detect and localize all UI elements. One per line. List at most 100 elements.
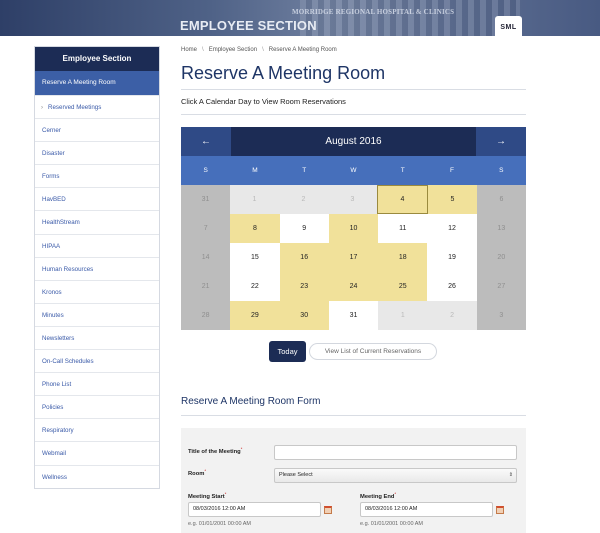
meeting-title-input[interactable] bbox=[274, 445, 517, 460]
hospital-sign: MORRIDGE REGIONAL HOSPITAL & CLINICS bbox=[292, 8, 455, 16]
sidebar-item-on-call-schedules[interactable]: On-Call Schedules bbox=[35, 349, 159, 372]
calendar-day[interactable]: 27 bbox=[476, 272, 526, 301]
breadcrumb-employee-section[interactable]: Employee Section bbox=[209, 47, 257, 53]
sidebar-item-forms[interactable]: Forms bbox=[35, 164, 159, 187]
calendar-day[interactable]: 17 bbox=[328, 243, 379, 272]
sidebar-item-webmail[interactable]: Webmail bbox=[35, 441, 159, 464]
day-of-week-label: S bbox=[499, 167, 504, 174]
calendar-day[interactable]: 8 bbox=[230, 214, 280, 243]
calendar-day[interactable]: 20 bbox=[476, 243, 526, 272]
breadcrumb-separator: \ bbox=[202, 47, 204, 53]
calendar-icon[interactable] bbox=[324, 506, 332, 514]
sidebar-item-policies[interactable]: Policies bbox=[35, 395, 159, 418]
room-select[interactable]: Please Select ⇕ bbox=[274, 468, 517, 483]
breadcrumb-separator: \ bbox=[262, 47, 264, 53]
section-title: EMPLOYEE SECTION bbox=[180, 18, 317, 33]
breadcrumb: Home \ Employee Section \ Reserve A Meeting … bbox=[181, 47, 337, 53]
sidebar-item-havbed[interactable]: HavBED bbox=[35, 187, 159, 210]
sidebar-item-label: HealthStream bbox=[42, 219, 80, 227]
calendar-month-label: August 2016 bbox=[325, 136, 382, 147]
previous-month-button[interactable]: ← bbox=[181, 127, 231, 156]
sidebar-item-label: Disaster bbox=[42, 150, 65, 158]
calendar-day[interactable]: 15 bbox=[230, 243, 280, 272]
sidebar-item-label: Wellness bbox=[42, 473, 67, 481]
calendar-day[interactable]: 25 bbox=[378, 272, 428, 301]
sidebar-item-respiratory[interactable]: Respiratory bbox=[35, 418, 159, 441]
divider bbox=[181, 415, 526, 416]
sidebar-item-phone-list[interactable]: Phone List bbox=[35, 372, 159, 395]
calendar-day[interactable]: 23 bbox=[279, 272, 329, 301]
calendar-day[interactable]: 3 bbox=[476, 301, 526, 330]
sidebar-heading: Employee Section bbox=[35, 47, 159, 71]
meeting-start-label: Meeting Start* bbox=[188, 491, 227, 500]
sidebar-item-disaster[interactable]: Disaster bbox=[35, 141, 159, 164]
calendar-day[interactable]: 21 bbox=[181, 272, 231, 301]
sidebar-item-newsletters[interactable]: Newsletters bbox=[35, 325, 159, 349]
calendar-day[interactable]: 1 bbox=[230, 185, 279, 214]
calendar-day[interactable]: 29 bbox=[230, 301, 280, 330]
sidebar-item-kronos[interactable]: Kronos bbox=[35, 279, 159, 303]
today-button[interactable]: Today bbox=[269, 341, 306, 362]
calendar-day[interactable]: 26 bbox=[427, 272, 477, 301]
sidebar-item-label: Forms bbox=[42, 173, 60, 181]
calendar-week-row: 31 1 2 3 4 5 6 bbox=[181, 185, 526, 214]
day-of-week-label: F bbox=[450, 167, 455, 174]
calendar-day[interactable]: 30 bbox=[279, 301, 329, 330]
sidebar-item-healthstream[interactable]: HealthStream bbox=[35, 210, 159, 233]
sidebar-item-label: Reserved Meetings bbox=[48, 104, 102, 111]
sidebar-item-reserve-meeting-room[interactable]: Reserve A Meeting Room bbox=[35, 71, 159, 95]
meeting-start-input[interactable]: 08/03/2016 12:00 AM bbox=[188, 502, 321, 517]
day-of-week-label: W bbox=[350, 167, 357, 174]
calendar-day[interactable]: 14 bbox=[181, 243, 231, 272]
calendar-day[interactable]: 2 bbox=[279, 185, 328, 214]
calendar-day[interactable]: 28 bbox=[181, 301, 231, 330]
view-reservations-button[interactable]: View List of Current Reservations bbox=[309, 343, 437, 360]
calendar-icon[interactable] bbox=[496, 506, 504, 514]
text-size-toggle[interactable]: SML bbox=[495, 16, 522, 38]
calendar-week-row: 28 29 30 31 1 2 3 bbox=[181, 301, 526, 330]
calendar-day[interactable]: 31 bbox=[328, 301, 379, 330]
calendar-day[interactable]: 24 bbox=[328, 272, 379, 301]
sidebar-item-minutes[interactable]: Minutes bbox=[35, 302, 159, 326]
sidebar-item-reserved-meetings[interactable]: › Reserved Meetings bbox=[35, 95, 159, 118]
calendar-day[interactable]: 12 bbox=[427, 214, 477, 243]
calendar-day[interactable]: 2 bbox=[427, 301, 477, 330]
sidebar-item-label: Webmail bbox=[42, 450, 66, 458]
next-month-button[interactable]: → bbox=[476, 127, 526, 156]
calendar-day[interactable]: 16 bbox=[279, 243, 329, 272]
calendar-day[interactable]: 31 bbox=[181, 185, 230, 214]
sidebar-item-hipaa[interactable]: HIPAA bbox=[35, 233, 159, 257]
calendar-day[interactable]: 3 bbox=[328, 185, 377, 214]
calendar-day[interactable]: 1 bbox=[378, 301, 428, 330]
sidebar: Employee Section Reserve A Meeting Room … bbox=[34, 46, 160, 489]
calendar-day[interactable]: 11 bbox=[378, 214, 428, 243]
sidebar-item-cerner[interactable]: Cerner bbox=[35, 118, 159, 141]
meeting-end-label: Meeting End* bbox=[360, 491, 397, 500]
sidebar-item-label: Kronos bbox=[42, 288, 62, 296]
calendar-day[interactable]: 6 bbox=[477, 185, 526, 214]
divider bbox=[181, 114, 526, 115]
day-of-week-label: M bbox=[252, 167, 258, 174]
calendar-day[interactable]: 10 bbox=[328, 214, 379, 243]
calendar-day[interactable]: 18 bbox=[378, 243, 428, 272]
day-of-week-label: T bbox=[302, 167, 307, 174]
sidebar-item-label: Cerner bbox=[42, 127, 61, 135]
meeting-end-input[interactable]: 08/03/2016 12:00 AM bbox=[360, 502, 493, 517]
sidebar-item-label: HavBED bbox=[42, 196, 66, 204]
breadcrumb-home[interactable]: Home bbox=[181, 47, 197, 53]
calendar-day[interactable]: 22 bbox=[230, 272, 280, 301]
sidebar-item-human-resources[interactable]: Human Resources bbox=[35, 256, 159, 280]
sidebar-item-label: Phone List bbox=[42, 381, 72, 389]
calendar-day[interactable]: 5 bbox=[428, 185, 477, 214]
sidebar-item-wellness[interactable]: Wellness bbox=[35, 464, 159, 488]
calendar-week-row: 14 15 16 17 18 19 20 bbox=[181, 243, 526, 272]
calendar-day[interactable]: 13 bbox=[476, 214, 526, 243]
sidebar-item-label: Respiratory bbox=[42, 427, 74, 435]
page-title: Reserve A Meeting Room bbox=[181, 63, 386, 83]
calendar-day[interactable]: 7 bbox=[181, 214, 231, 243]
meeting-end-hint: e.g. 01/01/2001 00:00 AM bbox=[360, 521, 423, 527]
calendar-day[interactable]: 9 bbox=[279, 214, 329, 243]
room-label: Room* bbox=[188, 468, 206, 477]
calendar-day[interactable]: 19 bbox=[427, 243, 477, 272]
calendar-day[interactable]: 4 bbox=[377, 185, 428, 214]
